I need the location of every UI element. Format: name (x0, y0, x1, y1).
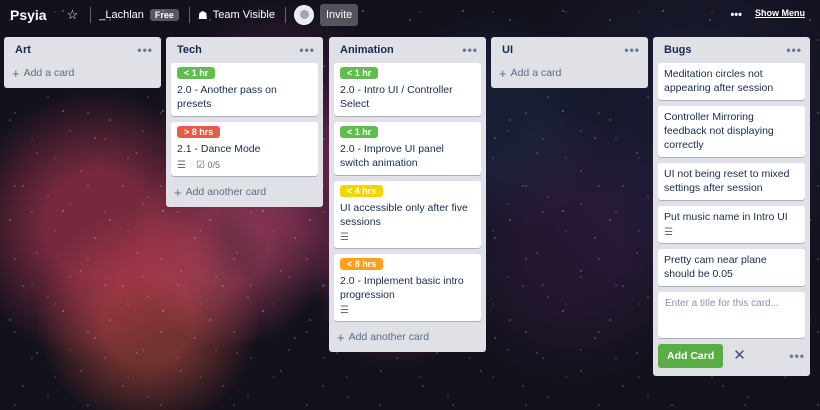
time-label: < 1 hr (340, 67, 379, 79)
description-icon: ☰ (177, 159, 186, 171)
add-card-button[interactable]: + Add another card (166, 182, 323, 207)
list-title[interactable]: Animation (340, 44, 394, 56)
list-menu-icon[interactable]: ••• (299, 43, 315, 57)
add-card-label: Add a card (510, 67, 562, 79)
list-tech: Tech ••• < 1 hr 2.0 - Another pass on pr… (166, 37, 323, 207)
list-header[interactable]: Bugs ••• (653, 37, 810, 63)
card[interactable]: Put music name in Intro UI ☰ (658, 206, 805, 243)
close-icon[interactable]: ✕ (733, 348, 746, 363)
list-header[interactable]: Tech ••• (166, 37, 323, 63)
list-header[interactable]: Animation ••• (329, 37, 486, 63)
show-menu-label: Show Menu (755, 8, 805, 18)
checklist-badge: ☑ 0/5 (196, 160, 220, 171)
card-title: Put music name in Intro UI (664, 211, 788, 223)
card[interactable]: Pretty cam near plane should be 0.05 (658, 249, 805, 286)
add-card-label: Add another card (185, 186, 267, 198)
card[interactable]: < 1 hr 2.0 - Intro UI / Controller Selec… (334, 63, 481, 116)
header-divider (284, 7, 286, 23)
visibility-button[interactable]: ☗ Team Visible (198, 9, 275, 22)
card-title: 2.1 - Dance Mode (177, 143, 261, 155)
card-title: Pretty cam near plane should be 0.05 (664, 254, 767, 280)
time-label: < 1 hr (340, 126, 379, 138)
time-label: < 1 hr (177, 67, 216, 79)
card-title: Meditation circles not appearing after s… (664, 68, 774, 94)
card-title: 2.0 - Improve UI panel switch animation (340, 143, 444, 169)
card[interactable]: > 8 hrs 2.1 - Dance Mode ☰ ☑ 0/5 (171, 122, 318, 176)
plus-icon: + (174, 184, 182, 200)
time-label: > 8 hrs (177, 126, 221, 138)
add-card-button[interactable]: + Add a card (491, 63, 648, 88)
header-divider (188, 7, 190, 23)
card[interactable]: < 8 hrs 2.0 - Implement basic intro prog… (334, 254, 481, 321)
card[interactable]: < 1 hr 2.0 - Improve UI panel switch ani… (334, 122, 481, 175)
composer-controls: Add Card ✕ ••• (653, 344, 810, 376)
list-title[interactable]: Tech (177, 44, 202, 56)
list-animation: Animation ••• < 1 hr 2.0 - Intro UI / Co… (329, 37, 486, 352)
card-title-input[interactable]: Enter a title for this card... (658, 292, 805, 338)
card[interactable]: < 4 hrs UI accessible only after five se… (334, 181, 481, 248)
list-menu-icon[interactable]: ••• (786, 43, 802, 57)
list-header[interactable]: UI ••• (491, 37, 648, 63)
visibility-label: Team Visible (212, 9, 275, 21)
card[interactable]: Meditation circles not appearing after s… (658, 63, 805, 100)
add-card-label: Add another card (348, 331, 430, 343)
description-icon: ☰ (340, 305, 349, 316)
list-menu-icon[interactable]: ••• (462, 43, 478, 57)
add-card-button[interactable]: + Add a card (4, 63, 161, 88)
more-dots-icon: ••• (730, 9, 742, 21)
team-name[interactable]: _Lachlan (99, 9, 144, 21)
card-badges: ☰ ☑ 0/5 (177, 160, 312, 171)
list-title[interactable]: UI (502, 44, 513, 56)
add-card-button[interactable]: + Add another card (329, 327, 486, 352)
list-ui: UI ••• + Add a card (491, 37, 648, 88)
composer-menu-icon[interactable]: ••• (789, 349, 805, 363)
checklist-count: 0/5 (207, 160, 220, 170)
list-art: Art ••• + Add a card (4, 37, 161, 88)
card-title: Controller Mirroring feedback not displa… (664, 111, 774, 151)
show-menu-button[interactable]: ••• Show Menu (730, 7, 812, 23)
card[interactable]: UI not being reset to mixed settings aft… (658, 163, 805, 200)
card-badges: ☰ (340, 233, 475, 243)
list-title[interactable]: Art (15, 44, 31, 56)
card-badges: ☰ (664, 228, 799, 238)
card-title: 2.0 - Implement basic intro progression (340, 275, 464, 301)
checklist-icon: ☑ (195, 160, 205, 171)
list-bugs: Bugs ••• Meditation circles not appearin… (653, 37, 810, 376)
team-visibility-icon: ☗ (197, 9, 208, 22)
invite-button[interactable]: Invite (319, 4, 359, 26)
description-icon: ☰ (664, 227, 673, 238)
list-title[interactable]: Bugs (664, 44, 692, 56)
time-label: < 4 hrs (340, 185, 384, 197)
card[interactable]: Controller Mirroring feedback not displa… (658, 106, 805, 157)
card-title: UI not being reset to mixed settings aft… (664, 168, 790, 194)
list-menu-icon[interactable]: ••• (624, 43, 640, 57)
add-card-submit-button[interactable]: Add Card (658, 344, 724, 368)
list-menu-icon[interactable]: ••• (137, 43, 153, 57)
card-badges: ☰ (340, 306, 475, 316)
board-header: Psyia ☆ _Lachlan Free ☗ Team Visible Inv… (0, 0, 820, 30)
card-title: UI accessible only after five sessions (340, 202, 468, 228)
star-icon[interactable]: ☆ (67, 7, 79, 23)
list-header[interactable]: Art ••• (4, 37, 161, 63)
time-label: < 8 hrs (340, 258, 384, 270)
team-plan-badge: Free (149, 9, 179, 21)
avatar[interactable] (293, 5, 314, 25)
plus-icon: + (499, 65, 507, 81)
board-title[interactable]: Psyia (10, 7, 47, 23)
plus-icon: + (12, 65, 20, 81)
plus-icon: + (337, 329, 345, 345)
description-icon: ☰ (340, 232, 349, 243)
card-title: 2.0 - Intro UI / Controller Select (340, 84, 453, 110)
card[interactable]: < 1 hr 2.0 - Another pass on presets (171, 63, 318, 116)
header-divider (90, 7, 92, 23)
card-title: 2.0 - Another pass on presets (177, 84, 277, 110)
add-card-label: Add a card (23, 67, 75, 79)
